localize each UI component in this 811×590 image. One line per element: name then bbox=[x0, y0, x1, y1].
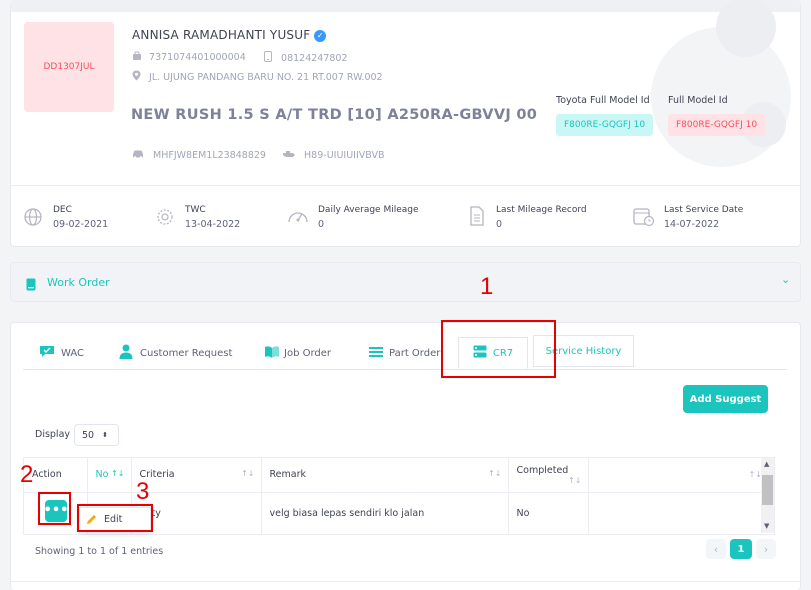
engine-icon bbox=[282, 149, 296, 162]
column-header-extra[interactable]: ↑↓ bbox=[588, 458, 774, 493]
sort-icon[interactable]: ↑↓ bbox=[488, 469, 501, 478]
page-size-value: 50 bbox=[82, 429, 95, 441]
car-icon bbox=[131, 149, 145, 162]
tab-label: Customer Request bbox=[140, 347, 233, 359]
engine-number: H89-UIUIUIIVBVB bbox=[282, 149, 385, 162]
stat-label: Daily Average Mileage bbox=[318, 205, 419, 215]
id-number: 7371074401000004 bbox=[132, 51, 246, 64]
customer-name: ANNISA RAMADHANTI YUSUF ✓ bbox=[132, 28, 327, 42]
divider bbox=[11, 581, 800, 582]
stat-label: Last Mileage Record bbox=[496, 205, 587, 215]
annotation-number-3: 3 bbox=[136, 478, 150, 505]
annotation-number-1: 1 bbox=[480, 273, 494, 300]
full-model-badge: F800RE-GQGFJ 10 bbox=[668, 114, 766, 136]
sort-asc-icon[interactable]: ↑↓ bbox=[111, 469, 124, 478]
certificate-icon bbox=[155, 207, 175, 231]
globe-icon bbox=[23, 207, 43, 231]
stat-value: 13-04-2022 bbox=[185, 219, 241, 230]
vehicle-model: NEW RUSH 1.5 S A/T TRD [10] A250RA-GBVVJ… bbox=[131, 107, 538, 123]
header-label: Action bbox=[32, 469, 62, 481]
column-header-no[interactable]: No ↑↓ bbox=[87, 458, 132, 493]
tab-label: Part Order bbox=[389, 347, 441, 359]
tabs-card: WAC Customer Request Job Order Part Orde… bbox=[10, 322, 801, 590]
tab-label: Job Order bbox=[284, 347, 332, 359]
scrollbar-thumb[interactable] bbox=[762, 475, 773, 505]
tab-job-order[interactable]: Job Order bbox=[264, 337, 331, 369]
cell-extra bbox=[588, 492, 774, 534]
user-icon bbox=[119, 344, 133, 362]
vertical-scrollbar[interactable]: ▲ ▼ bbox=[761, 458, 774, 533]
id-card-icon bbox=[132, 51, 142, 64]
tab-bar-border bbox=[23, 369, 787, 370]
tab-label: Service History bbox=[545, 345, 622, 357]
verified-icon: ✓ bbox=[314, 30, 327, 42]
work-order-panel[interactable]: Work Order ⌄ bbox=[10, 262, 801, 302]
stat-value: 0 bbox=[318, 219, 325, 230]
phone-icon bbox=[264, 51, 272, 65]
customer-name-text: ANNISA RAMADHANTI YUSUF bbox=[132, 28, 311, 42]
toyota-model-badge: F800RE-GQGFJ 10 bbox=[556, 114, 654, 136]
column-header-action: Action bbox=[24, 458, 88, 493]
divider bbox=[11, 185, 800, 186]
header-label: Completed bbox=[516, 464, 569, 476]
stat-value: 14-07-2022 bbox=[664, 219, 720, 230]
annotation-box-3 bbox=[77, 504, 153, 532]
cell-remark: velg biasa lepas sendiri klo jalan bbox=[261, 492, 509, 534]
annotation-number-2: 2 bbox=[20, 461, 34, 488]
wac-icon bbox=[39, 345, 55, 361]
full-model-label: Full Model Id bbox=[668, 95, 728, 106]
tab-wac[interactable]: WAC bbox=[39, 337, 84, 369]
address-text: JL. UJUNG PANDANG BARU NO. 21 RT.007 RW.… bbox=[149, 71, 383, 83]
work-order-title: Work Order bbox=[47, 276, 110, 289]
stat-label: TWC bbox=[185, 205, 206, 215]
page-size-select[interactable]: 50 ⬍ bbox=[74, 424, 119, 446]
tab-label: WAC bbox=[61, 347, 84, 359]
engine-text: H89-UIUIUIIVBVB bbox=[304, 150, 385, 161]
column-header-remark[interactable]: Remark ↑↓ bbox=[261, 458, 509, 493]
stat-value: 09-02-2021 bbox=[53, 219, 109, 230]
column-header-completed[interactable]: Completed ↑↓ bbox=[508, 458, 589, 493]
id-number-text: 7371074401000004 bbox=[149, 52, 246, 63]
book-icon bbox=[26, 276, 36, 295]
annotation-box-2 bbox=[38, 492, 71, 525]
toyota-model-label: Toyota Full Model Id bbox=[556, 95, 650, 106]
chevron-down-icon[interactable]: ⌄ bbox=[781, 273, 790, 286]
pagination-prev[interactable]: ‹ bbox=[706, 539, 726, 559]
scroll-up-icon[interactable]: ▲ bbox=[764, 460, 769, 468]
phone-number-text: 08124247802 bbox=[281, 52, 348, 64]
cell-completed: No bbox=[508, 492, 589, 534]
phone-number: 08124247802 bbox=[264, 51, 348, 65]
pagination-next[interactable]: › bbox=[756, 539, 776, 559]
stat-label: DEC bbox=[53, 205, 72, 215]
sort-icon[interactable]: ↑↓ bbox=[241, 469, 254, 478]
display-label: Display bbox=[35, 429, 71, 440]
annotation-box-1 bbox=[441, 320, 556, 378]
document-icon bbox=[468, 206, 486, 231]
address: JL. UJUNG PANDANG BARU NO. 21 RT.007 RW.… bbox=[132, 70, 383, 84]
header-label: No bbox=[95, 469, 109, 481]
sort-icon[interactable]: ↑↓ bbox=[749, 470, 762, 479]
column-header-criteria[interactable]: Criteria ↑↓ bbox=[131, 458, 262, 493]
sort-icon[interactable]: ↑↓ bbox=[568, 476, 581, 485]
scroll-down-icon[interactable]: ▼ bbox=[764, 522, 769, 530]
stat-value: 0 bbox=[496, 219, 503, 230]
license-plate: DD1307JUL bbox=[24, 22, 114, 112]
add-suggest-button[interactable]: Add Suggest bbox=[683, 385, 768, 413]
tab-customer-request[interactable]: Customer Request bbox=[119, 337, 232, 369]
stat-label: Last Service Date bbox=[664, 205, 744, 215]
book-icon bbox=[264, 345, 280, 361]
tab-part-order[interactable]: Part Order bbox=[369, 337, 440, 369]
list-icon bbox=[369, 346, 383, 361]
calendar-icon bbox=[633, 206, 655, 231]
location-icon bbox=[132, 70, 141, 84]
select-arrows-icon: ⬍ bbox=[102, 431, 108, 439]
vin-number: MHFJW8EM1L23848829 bbox=[131, 149, 266, 162]
table-info: Showing 1 to 1 of 1 entries bbox=[35, 546, 164, 557]
speedometer-icon bbox=[287, 207, 309, 231]
vin-text: MHFJW8EM1L23848829 bbox=[153, 150, 266, 161]
header-label: Remark bbox=[269, 469, 307, 481]
pagination-page[interactable]: 1 bbox=[730, 539, 752, 559]
vehicle-profile-card: DD1307JUL ANNISA RAMADHANTI YUSUF ✓ 73710… bbox=[10, 0, 801, 247]
